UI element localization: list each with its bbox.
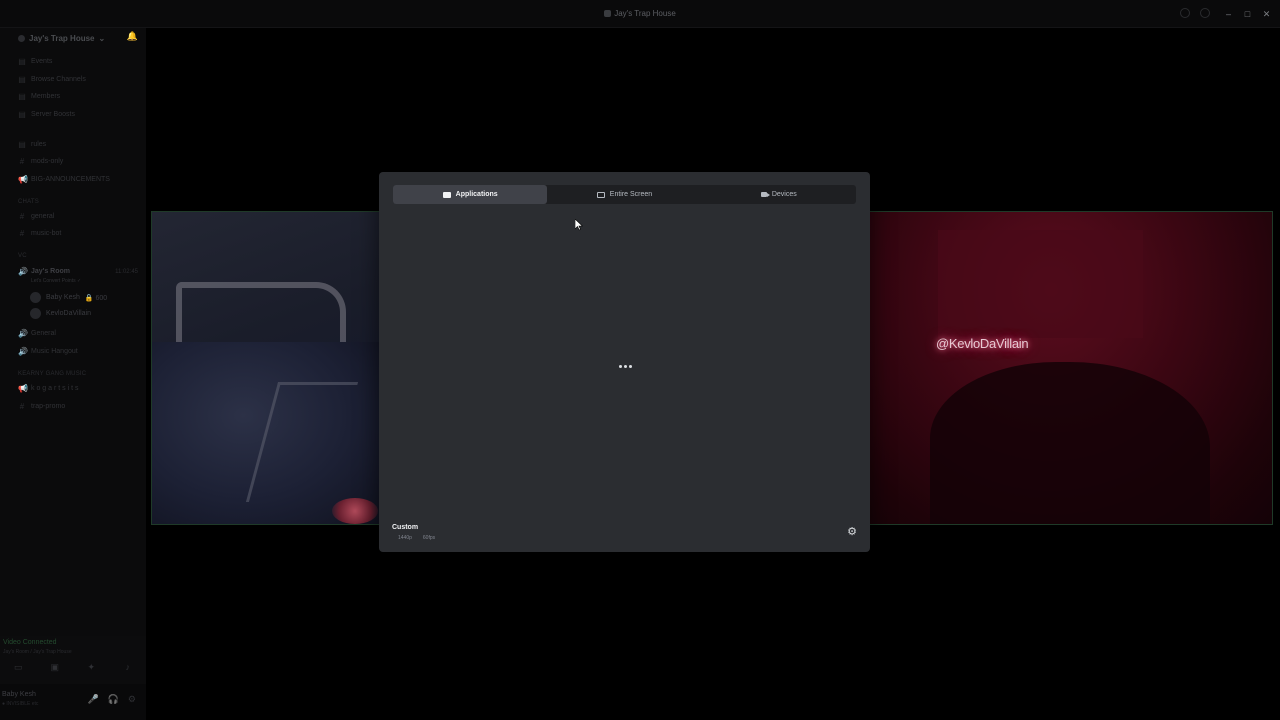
members-icon: ▤	[18, 92, 26, 101]
close-button[interactable]: ✕	[1257, 7, 1276, 21]
quality-details: 1440p 60fps	[392, 535, 435, 541]
rules-icon: ▤	[18, 140, 26, 149]
user-status: ● INVISIBLE etc	[2, 701, 39, 707]
stream-quality[interactable]: Custom 1440p 60fps	[392, 524, 435, 541]
camera-icon	[760, 192, 770, 197]
category-chats[interactable]: Chats	[18, 199, 39, 205]
neon-sign-text: @KevloDaVillain	[936, 336, 1029, 351]
video-tile-baby-kesh[interactable]	[151, 211, 380, 525]
notification-bell-icon[interactable]: 🔔	[127, 31, 138, 42]
maximize-button[interactable]: □	[1238, 7, 1257, 21]
video-frame-detail	[176, 282, 346, 344]
server-name-button[interactable]: Jay's Trap House ⌄	[18, 31, 105, 45]
fps-value: 60fps	[422, 535, 436, 541]
settings-gear-icon[interactable]: ⚙	[128, 694, 136, 705]
user-name[interactable]: Baby Kesh	[2, 691, 36, 698]
window-icon	[442, 191, 451, 198]
sidebar-item-server-boosts[interactable]: ▤ Server Boosts	[18, 110, 75, 119]
voice-status: Video Connected	[3, 639, 57, 646]
speaker-icon: 🔊	[18, 329, 28, 338]
resolution-value: 1440p	[398, 535, 412, 541]
hash-icon: #	[19, 402, 25, 411]
app-icon	[604, 10, 612, 17]
tab-applications[interactable]: Applications	[393, 185, 548, 204]
avatar	[30, 308, 41, 319]
voice-channel-general[interactable]: 🔊 General	[18, 329, 56, 338]
avatar	[30, 292, 41, 303]
channel-general[interactable]: # general	[18, 212, 55, 221]
screen-share-icon[interactable]: ▣	[49, 661, 61, 673]
speaker-icon: 🔊	[18, 267, 28, 276]
loading-indicator	[619, 365, 632, 368]
hash-icon: #	[19, 229, 25, 238]
inbox-icon[interactable]	[1180, 8, 1190, 18]
sidebar-item-rules[interactable]: ▤ rules	[18, 140, 46, 149]
quality-preset: Custom	[392, 524, 419, 531]
channel-music-bot[interactable]: # music-bot	[18, 229, 62, 238]
speaker-icon: 🔊	[18, 347, 28, 356]
sidebar-item-announcements[interactable]: 📢 BIG-ANNOUNCEMENTS	[18, 175, 110, 184]
voice-room-timer: 11:02:45	[115, 269, 138, 275]
title-bar-icons	[1180, 8, 1210, 18]
sidebar-item-mods-only[interactable]: # mods-only	[18, 157, 64, 166]
window-controls: – □ ✕	[1219, 7, 1276, 21]
server-icon	[18, 34, 25, 42]
announcement-icon: 📢	[18, 175, 28, 184]
announcement-icon: 📢	[18, 384, 28, 393]
browse-icon: ▤	[18, 75, 26, 84]
voice-connection-panel: Video Connected Jay's Room / Jay's Trap …	[0, 636, 146, 684]
sidebar-item-members[interactable]: ▤ Members	[18, 92, 60, 101]
calendar-icon: ▤	[18, 57, 26, 66]
voice-room-status: Let's Convert Points ✓	[31, 278, 82, 284]
video-frame-detail	[930, 362, 1210, 524]
chevron-down-icon: ⌄	[98, 33, 106, 43]
boost-icon: ▤	[18, 110, 26, 119]
channel-trap-promo[interactable]: # trap-promo	[18, 402, 65, 411]
monitor-icon	[596, 191, 605, 198]
tab-devices[interactable]: Devices	[702, 185, 856, 204]
camera-icon[interactable]: ▭	[12, 661, 24, 673]
soundboard-icon[interactable]: ♪	[122, 661, 134, 673]
voice-channel-music-hangout[interactable]: 🔊 Music Hangout	[18, 347, 78, 356]
tab-entire-screen[interactable]: Entire Screen	[547, 185, 701, 204]
activities-icon[interactable]: ✦	[85, 661, 97, 673]
user-controls: 🎤 🎧 ⚙	[87, 694, 136, 705]
video-frame-detail	[938, 230, 1143, 338]
hash-icon: #	[19, 157, 25, 166]
settings-gear-icon[interactable]: ⚙	[844, 524, 860, 540]
channel-sidebar: Jay's Trap House ⌄ 🔔 ▤ Events ▤ Browse Chan…	[0, 28, 146, 720]
help-icon[interactable]	[1200, 8, 1210, 18]
category-kearny-gang-music[interactable]: KEARNY GANG MUSIC	[18, 371, 86, 377]
category-vc[interactable]: VC	[18, 253, 27, 259]
title-bar: Jay's Trap House – □ ✕	[0, 0, 1280, 28]
sidebar-item-events[interactable]: ▤ Events	[18, 57, 52, 66]
video-tile-kevlodavillain[interactable]: @KevloDaVillain	[869, 211, 1273, 525]
voice-action-bar: ▭ ▣ ✦ ♪	[0, 661, 146, 673]
microphone-icon[interactable]: 🎤	[87, 694, 98, 705]
voice-member-baby-kesh[interactable]: Baby Kesh 🔒 600	[30, 292, 107, 303]
voice-location[interactable]: Jay's Room / Jay's Trap House	[3, 649, 72, 655]
sidebar-item-browse-channels[interactable]: ▤ Browse Channels	[18, 75, 86, 84]
voice-channel-jays-room[interactable]: 🔊 Jay's Room	[18, 267, 70, 276]
voice-member-kevlodavillain[interactable]: KevloDaVillain	[30, 308, 91, 319]
screen-share-modal: Applications Entire Screen Devices Custo…	[379, 172, 870, 552]
channel-kogartsits[interactable]: 📢 k o g a r t s i t s	[18, 384, 78, 393]
headphones-icon[interactable]: 🎧	[108, 694, 119, 705]
hash-icon: #	[19, 212, 25, 221]
source-tabs: Applications Entire Screen Devices	[393, 185, 856, 204]
user-panel: Baby Kesh ● INVISIBLE etc 🎤 🎧 ⚙	[0, 684, 146, 720]
window-title: Jay's Trap House	[0, 9, 1280, 18]
minimize-button[interactable]: –	[1219, 7, 1238, 21]
video-frame-detail	[332, 498, 378, 524]
